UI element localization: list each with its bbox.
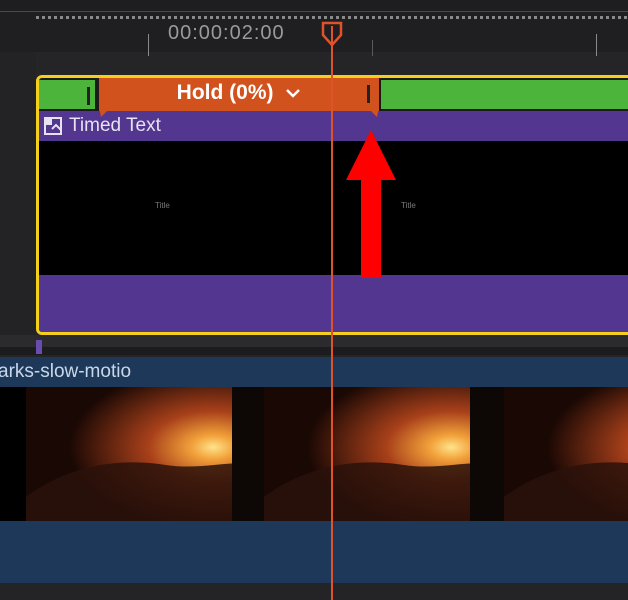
retime-normal-segment[interactable] bbox=[381, 80, 628, 109]
title-clip-header[interactable]: Timed Text bbox=[39, 111, 628, 141]
title-clip-name: Timed Text bbox=[69, 115, 161, 136]
video-frame bbox=[26, 387, 266, 521]
hold-notch bbox=[99, 107, 111, 117]
red-up-arrow bbox=[346, 130, 396, 278]
ruler-timecode: 00:00:02:00 bbox=[168, 22, 285, 44]
playhead-handle[interactable] bbox=[320, 21, 344, 47]
title-clip-icon bbox=[44, 117, 62, 135]
top-strip bbox=[0, 0, 628, 13]
retime-hold-button[interactable]: Hold (0%) bbox=[99, 81, 379, 105]
video-clip-name: arks-slow-motio bbox=[0, 361, 132, 382]
hold-notch bbox=[367, 107, 379, 117]
video-clip[interactable]: arks-slow-motio bbox=[0, 357, 628, 583]
track-separator bbox=[0, 347, 628, 355]
video-frame bbox=[504, 387, 628, 521]
retime-normal-segment[interactable] bbox=[39, 80, 95, 109]
retime-hold-segment[interactable]: Hold (0%) bbox=[99, 78, 379, 111]
thumbnail-label: Title bbox=[155, 201, 170, 210]
video-filmstrip bbox=[0, 387, 628, 521]
video-clip-bottom bbox=[0, 521, 628, 583]
timeline-ruler[interactable] bbox=[0, 12, 628, 56]
retime-bar[interactable]: Hold (0%) bbox=[39, 78, 628, 117]
chevron-down-icon bbox=[286, 89, 301, 99]
retime-handle[interactable] bbox=[367, 85, 370, 103]
bottom-strip bbox=[0, 583, 628, 600]
title-clip-thumbnails: Title Title bbox=[39, 141, 628, 275]
ruler-tick bbox=[372, 40, 373, 56]
playhead-line[interactable] bbox=[331, 26, 333, 600]
video-frame bbox=[264, 387, 504, 521]
ruler-dots bbox=[36, 16, 628, 19]
track-gutter bbox=[0, 52, 36, 352]
retime-hold-label: Hold (0%) bbox=[176, 81, 274, 104]
connection-marker bbox=[36, 340, 42, 354]
ruler-tick bbox=[596, 34, 597, 56]
thumbnail-label: Title bbox=[401, 201, 416, 210]
ruler-tick bbox=[148, 34, 149, 56]
retime-handle[interactable] bbox=[87, 87, 90, 105]
title-clip-bottom bbox=[39, 275, 628, 332]
